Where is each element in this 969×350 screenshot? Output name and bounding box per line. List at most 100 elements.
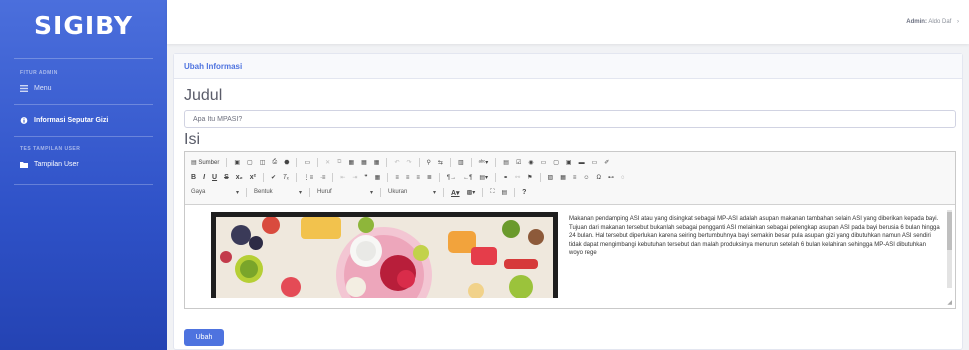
image-button-icon[interactable]: ▭ xyxy=(592,159,598,166)
subscript-icon[interactable]: x₂ xyxy=(236,174,243,181)
dropdown-label: Ukuran xyxy=(388,189,408,195)
redo-icon[interactable]: ↷ xyxy=(406,159,411,166)
remove-format-icon[interactable]: Tₓ xyxy=(283,175,289,181)
find-icon[interactable]: ⚲ xyxy=(427,159,431,166)
unlink-icon[interactable]: ⚯ xyxy=(515,174,520,181)
template-icon[interactable]: ⬣ xyxy=(284,159,289,166)
checkbox-icon[interactable]: ☑ xyxy=(516,159,521,166)
new-page-icon[interactable]: ▢ xyxy=(247,159,253,166)
text-color-icon[interactable]: A▾ xyxy=(451,189,460,197)
sidebar-item-informasi[interactable]: Informasi Seputar Gizi xyxy=(0,111,167,130)
strikethrough-icon[interactable]: S xyxy=(224,174,229,181)
brand-logo[interactable]: SIGIBY xyxy=(0,0,167,50)
topbar: Admin: Aldo Daf › xyxy=(167,0,969,44)
toolbar-separator xyxy=(514,188,516,197)
scrollbar-thumb[interactable] xyxy=(947,212,952,250)
superscript-icon[interactable]: x² xyxy=(250,174,256,181)
paste-icon[interactable]: ▦ xyxy=(348,159,354,166)
document-icon[interactable]: ▭ xyxy=(304,159,310,166)
judul-input[interactable]: Apa Itu MPASI? xyxy=(184,110,956,128)
isi-label: Isi xyxy=(184,131,200,148)
horizontal-line-icon[interactable]: ≡ xyxy=(573,175,577,181)
replace-icon[interactable]: ⇆ xyxy=(438,159,443,166)
ubah-button[interactable]: Ubah xyxy=(184,329,224,346)
sidebar-divider xyxy=(14,58,153,59)
toolbar-separator xyxy=(387,173,389,182)
toolbar-separator xyxy=(482,188,484,197)
sidebar-heading-admin: FITUR ADMIN xyxy=(20,70,58,76)
toolbar-separator xyxy=(295,173,297,182)
align-center-icon[interactable]: ≡ xyxy=(406,175,410,181)
sidebar-item-menu[interactable]: Menu xyxy=(0,79,167,98)
cut-icon[interactable]: ✕ xyxy=(325,159,330,166)
paste-word-icon[interactable]: ▦ xyxy=(374,159,380,166)
bold-icon[interactable]: B xyxy=(191,174,196,181)
align-justify-icon[interactable]: ≣ xyxy=(427,174,432,181)
preview-icon[interactable]: ◫ xyxy=(260,159,266,166)
anchor-icon[interactable]: ⚑ xyxy=(527,174,532,181)
iframe-icon[interactable]: ◌ xyxy=(621,175,625,181)
maximize-icon[interactable]: ⛶ xyxy=(490,189,494,196)
source-button[interactable]: ▤ Sumber xyxy=(191,159,219,166)
link-icon[interactable]: ⚭ xyxy=(503,174,508,181)
page-break-icon[interactable]: ⊷ xyxy=(608,174,614,181)
align-right-icon[interactable]: ≡ xyxy=(416,175,420,181)
format-dropdown[interactable]: Bentuk ▾ xyxy=(254,189,302,196)
div-icon[interactable]: ▦ xyxy=(375,174,381,181)
toolbar-separator xyxy=(246,188,247,197)
underline-icon[interactable]: U xyxy=(212,174,217,181)
bulleted-list-icon[interactable]: ∙≡ xyxy=(320,175,325,181)
style-dropdown[interactable]: Gaya ▾ xyxy=(191,189,239,196)
select-field-icon[interactable]: ▣ xyxy=(566,159,572,166)
language-icon[interactable]: ▤▾ xyxy=(479,174,488,181)
form-icon[interactable]: ▤ xyxy=(503,159,509,166)
editor-content-area[interactable]: Makanan pendamping ASI atau yang disingk… xyxy=(185,205,955,298)
copy-icon[interactable]: ⧉ xyxy=(337,159,341,166)
undo-icon[interactable]: ↶ xyxy=(394,159,399,166)
show-blocks-icon[interactable]: ▤ xyxy=(501,189,507,196)
textarea-icon[interactable]: ▢ xyxy=(553,159,559,166)
image-icon[interactable]: ▨ xyxy=(548,174,554,181)
numbered-list-icon[interactable]: ⋮≡ xyxy=(304,174,314,181)
resize-handle-icon[interactable]: ◢ xyxy=(947,299,952,306)
toolbar-separator xyxy=(386,158,388,167)
sidebar-item-tampilan-user[interactable]: Tampilan User xyxy=(0,155,167,174)
rtl-icon[interactable]: ←¶ xyxy=(463,175,472,181)
toolbar-row: Gaya ▾ Bentuk ▾ Huruf ▾ Ukuran ▾ A▾ ▩▾ ⛶… xyxy=(191,185,949,200)
copy-format-icon[interactable]: ✔ xyxy=(271,174,276,181)
align-left-icon[interactable]: ≡ xyxy=(395,175,399,181)
ltr-icon[interactable]: ¶→ xyxy=(447,175,456,181)
toolbar-separator xyxy=(263,173,264,182)
size-dropdown[interactable]: Ukuran ▾ xyxy=(388,189,436,196)
italic-icon[interactable]: I xyxy=(203,174,205,181)
paste-text-icon[interactable]: ▦ xyxy=(361,159,367,166)
about-icon[interactable]: ? xyxy=(522,189,526,196)
user-menu[interactable]: Admin: Aldo Daf › xyxy=(906,19,959,25)
toolbar-separator xyxy=(309,188,310,197)
button-field-icon[interactable]: ▬ xyxy=(579,160,585,166)
smiley-icon[interactable]: ☺ xyxy=(583,175,589,181)
table-icon[interactable]: ▦ xyxy=(560,174,566,181)
toolbar-separator xyxy=(332,173,334,182)
food-illustration xyxy=(216,217,553,298)
special-char-icon[interactable]: Ω xyxy=(597,175,602,181)
blockquote-icon[interactable]: ❞ xyxy=(364,174,367,181)
spellcheck-icon[interactable]: ᵃᵇᶜ▾ xyxy=(479,159,489,166)
dropdown-label: Bentuk xyxy=(254,189,273,195)
indent-icon[interactable]: ⇥ xyxy=(352,174,357,181)
select-all-icon[interactable]: ▥ xyxy=(458,159,464,166)
outdent-icon[interactable]: ⇤ xyxy=(340,174,345,181)
dropdown-label: Gaya xyxy=(191,189,206,195)
user-role: Admin: xyxy=(906,19,927,25)
toolbar-separator xyxy=(380,188,381,197)
hidden-field-icon[interactable]: ✐ xyxy=(604,159,609,166)
print-icon[interactable]: ⎙ xyxy=(272,159,277,166)
editor-scrollbar[interactable] xyxy=(947,210,952,288)
toolbar-separator xyxy=(495,173,497,182)
radio-icon[interactable]: ◉ xyxy=(528,159,533,166)
font-dropdown[interactable]: Huruf ▾ xyxy=(317,189,373,196)
bg-color-icon[interactable]: ▩▾ xyxy=(467,189,476,196)
textfield-icon[interactable]: ▭ xyxy=(541,159,547,166)
save-icon[interactable]: ▣ xyxy=(234,159,240,166)
toolbar-separator xyxy=(449,158,451,167)
